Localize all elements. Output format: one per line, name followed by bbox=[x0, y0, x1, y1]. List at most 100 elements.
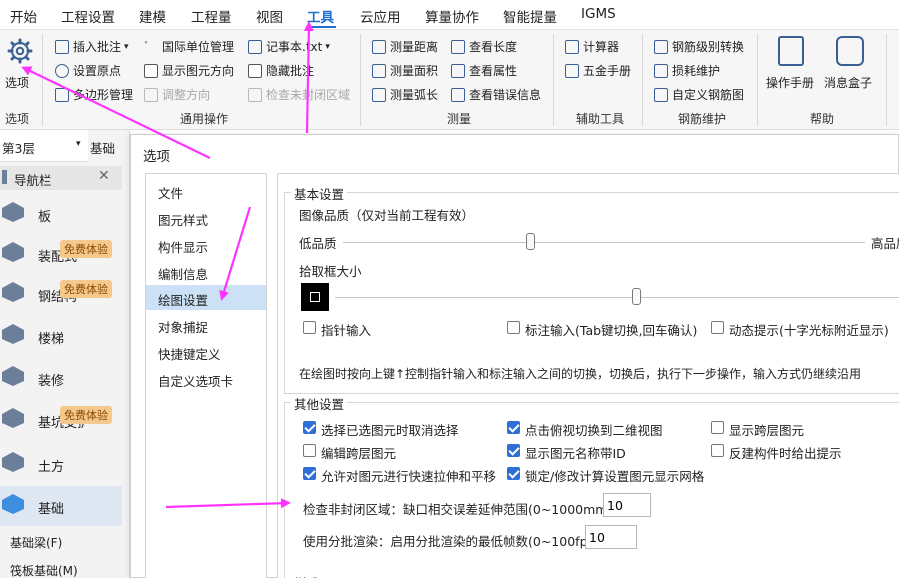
pick-slider-thumb[interactable] bbox=[632, 288, 642, 305]
menu-cloud[interactable]: 云应用 bbox=[360, 6, 401, 26]
set-origin-button[interactable]: 设置原点 bbox=[55, 62, 121, 79]
nav-item-steel[interactable]: 钢结构 免费体验 bbox=[0, 274, 122, 314]
loss-maintenance-button[interactable]: 损耗维护 bbox=[654, 62, 720, 79]
show-direction-label: 显示图元方向 bbox=[162, 64, 235, 78]
foundation-icon bbox=[2, 494, 24, 514]
menu-quantity[interactable]: 工程量 bbox=[191, 6, 232, 26]
other-settings-title: 其他设置 bbox=[291, 394, 348, 413]
category-element-style[interactable]: 图元样式 bbox=[146, 205, 266, 230]
image-quality-label: 图像品质（仅对当前工程有效） bbox=[299, 208, 475, 223]
menu-project-settings[interactable]: 工程设置 bbox=[61, 6, 115, 26]
group-label-rebar: 钢筋维护 bbox=[678, 112, 727, 126]
pick-slider-track bbox=[335, 297, 899, 298]
menu-bar: 开始 工程设置 建模 工程量 视图 工具 云应用 算量协作 智能提量 IGMS bbox=[0, 0, 899, 30]
edit-cross-layer-label: 编辑跨层图元 bbox=[321, 446, 397, 461]
lock-grid-checkbox[interactable] bbox=[507, 467, 520, 480]
custom-rebar-diagram-button[interactable]: 自定义钢筋图 bbox=[654, 86, 744, 103]
menu-igms[interactable]: IGMS bbox=[581, 6, 616, 22]
measure-distance-button[interactable]: 测量距离 bbox=[372, 38, 438, 55]
measure-arc-button[interactable]: 测量弧长 bbox=[372, 86, 438, 103]
batch-render-fps-input[interactable] bbox=[585, 525, 637, 549]
book-icon bbox=[565, 63, 579, 78]
origin-icon bbox=[55, 63, 69, 78]
pointer-input-checkbox[interactable] bbox=[303, 321, 316, 334]
area-icon bbox=[372, 63, 386, 78]
menu-collab[interactable]: 算量协作 bbox=[425, 6, 479, 26]
notepad-button[interactable]: 记事本.txt ▾ bbox=[248, 38, 330, 55]
deselect-selected-checkbox[interactable] bbox=[303, 421, 316, 434]
arc-icon bbox=[372, 87, 386, 102]
nav-item-prefab[interactable]: 装配式 免费体验 bbox=[0, 234, 122, 274]
nav-item-slab[interactable]: 板 bbox=[0, 194, 122, 234]
menu-smart[interactable]: 智能提量 bbox=[503, 6, 557, 26]
menu-start[interactable]: 开始 bbox=[10, 6, 37, 26]
calculator-button[interactable]: 计算器 bbox=[565, 38, 619, 55]
foundation-tab[interactable]: 基础 bbox=[90, 138, 115, 157]
quick-stretch-checkbox[interactable] bbox=[303, 467, 316, 480]
nav-item-label: 基础 bbox=[38, 502, 65, 517]
insert-annotation-button[interactable]: 插入批注 ▾ bbox=[55, 38, 129, 55]
category-list: 文件 图元样式 构件显示 编制信息 绘图设置 对象捕捉 快捷键定义 自定义选项卡 bbox=[145, 173, 267, 578]
view-length-button[interactable]: 查看长度 bbox=[451, 38, 517, 55]
close-icon[interactable]: ✕ bbox=[98, 168, 110, 184]
dropdown-arrow-icon: ▾ bbox=[76, 139, 81, 149]
adjust-direction-button[interactable]: 调整方向 bbox=[144, 86, 210, 103]
view-errors-button[interactable]: 查看错误信息 bbox=[451, 86, 541, 103]
adjust-icon bbox=[144, 87, 158, 102]
ribbon-divider bbox=[886, 34, 887, 126]
category-drawing-settings[interactable]: 绘图设置 bbox=[146, 285, 266, 310]
polygon-mgmt-button[interactable]: 多边形管理 bbox=[55, 86, 133, 103]
category-shortcut-keys[interactable]: 快捷键定义 bbox=[146, 339, 266, 364]
top-view-2d-checkbox[interactable] bbox=[507, 421, 520, 434]
nav-item-stairs[interactable]: 楼梯 bbox=[0, 316, 122, 356]
menu-tools[interactable]: 工具 bbox=[307, 6, 334, 26]
nav-item-pit-support[interactable]: 基坑支护免费体验 bbox=[0, 400, 122, 440]
nav-item-decoration[interactable]: 装修 bbox=[0, 358, 122, 398]
nav-item-label: 板 bbox=[38, 210, 52, 225]
check-unclosed-button[interactable]: 检查未封闭区域 bbox=[248, 86, 350, 103]
show-name-id-checkbox[interactable] bbox=[507, 444, 520, 457]
deselect-selected-label: 选择已选图元时取消选择 bbox=[321, 423, 459, 438]
menu-view[interactable]: 视图 bbox=[256, 6, 283, 26]
message-box-label: 消息盒子 bbox=[824, 76, 873, 90]
message-box-icon bbox=[836, 36, 864, 66]
message-box-button[interactable]: 消息盒子 bbox=[824, 34, 878, 94]
nav-item-earthwork[interactable]: 土方 bbox=[0, 444, 122, 484]
dim-input-checkbox[interactable] bbox=[507, 321, 520, 334]
low-quality-label: 低品质 bbox=[299, 236, 337, 251]
view-attributes-button[interactable]: 查看属性 bbox=[451, 62, 517, 79]
hide-annotation-toggle[interactable]: 隐藏批注 bbox=[248, 62, 314, 79]
menu-modeling[interactable]: 建模 bbox=[139, 6, 166, 26]
show-cross-layer-checkbox[interactable] bbox=[711, 421, 724, 434]
dynamic-tip-checkbox[interactable] bbox=[711, 321, 724, 334]
category-compile-info[interactable]: 编制信息 bbox=[146, 259, 266, 284]
sub-item-raft[interactable]: 筏板基础(M) bbox=[10, 562, 78, 578]
ribbon-divider bbox=[642, 34, 643, 126]
nav-item-foundation[interactable]: 基础 bbox=[0, 486, 122, 526]
manual-button[interactable]: 操作手册 bbox=[766, 34, 818, 94]
length-icon bbox=[451, 39, 465, 54]
options-button[interactable]: 选项 bbox=[5, 36, 35, 92]
calculator-icon bbox=[565, 39, 579, 54]
category-file[interactable]: 文件 bbox=[146, 178, 266, 203]
measure-area-button[interactable]: 测量面积 bbox=[372, 62, 438, 79]
pick-box-square-icon bbox=[310, 292, 320, 302]
group-label-help: 帮助 bbox=[810, 112, 835, 126]
check-unclosed-range-input[interactable] bbox=[603, 493, 651, 517]
steel-icon bbox=[2, 282, 24, 302]
category-custom-tabs[interactable]: 自定义选项卡 bbox=[146, 366, 266, 391]
intl-units-button[interactable]: ° 国际单位管理 bbox=[144, 38, 234, 55]
checkbox-icon bbox=[144, 63, 158, 78]
gear-icon bbox=[7, 38, 33, 64]
hardware-manual-button[interactable]: 五金手册 bbox=[565, 62, 631, 79]
rebar-grade-button[interactable]: 钢筋级别转换 bbox=[654, 38, 744, 55]
show-direction-toggle[interactable]: 显示图元方向 bbox=[144, 62, 234, 79]
pen-icon bbox=[654, 87, 668, 102]
floor-selector[interactable]: 第3层 ▾ bbox=[0, 130, 88, 162]
category-object-snap[interactable]: 对象捕捉 bbox=[146, 312, 266, 337]
reverse-build-tip-checkbox[interactable] bbox=[711, 444, 724, 457]
sub-item-foundation-beam[interactable]: 基础梁(F) bbox=[10, 534, 62, 551]
quality-slider-thumb[interactable] bbox=[525, 233, 535, 250]
category-component-display[interactable]: 构件显示 bbox=[146, 232, 266, 257]
edit-cross-layer-checkbox[interactable] bbox=[303, 444, 316, 457]
